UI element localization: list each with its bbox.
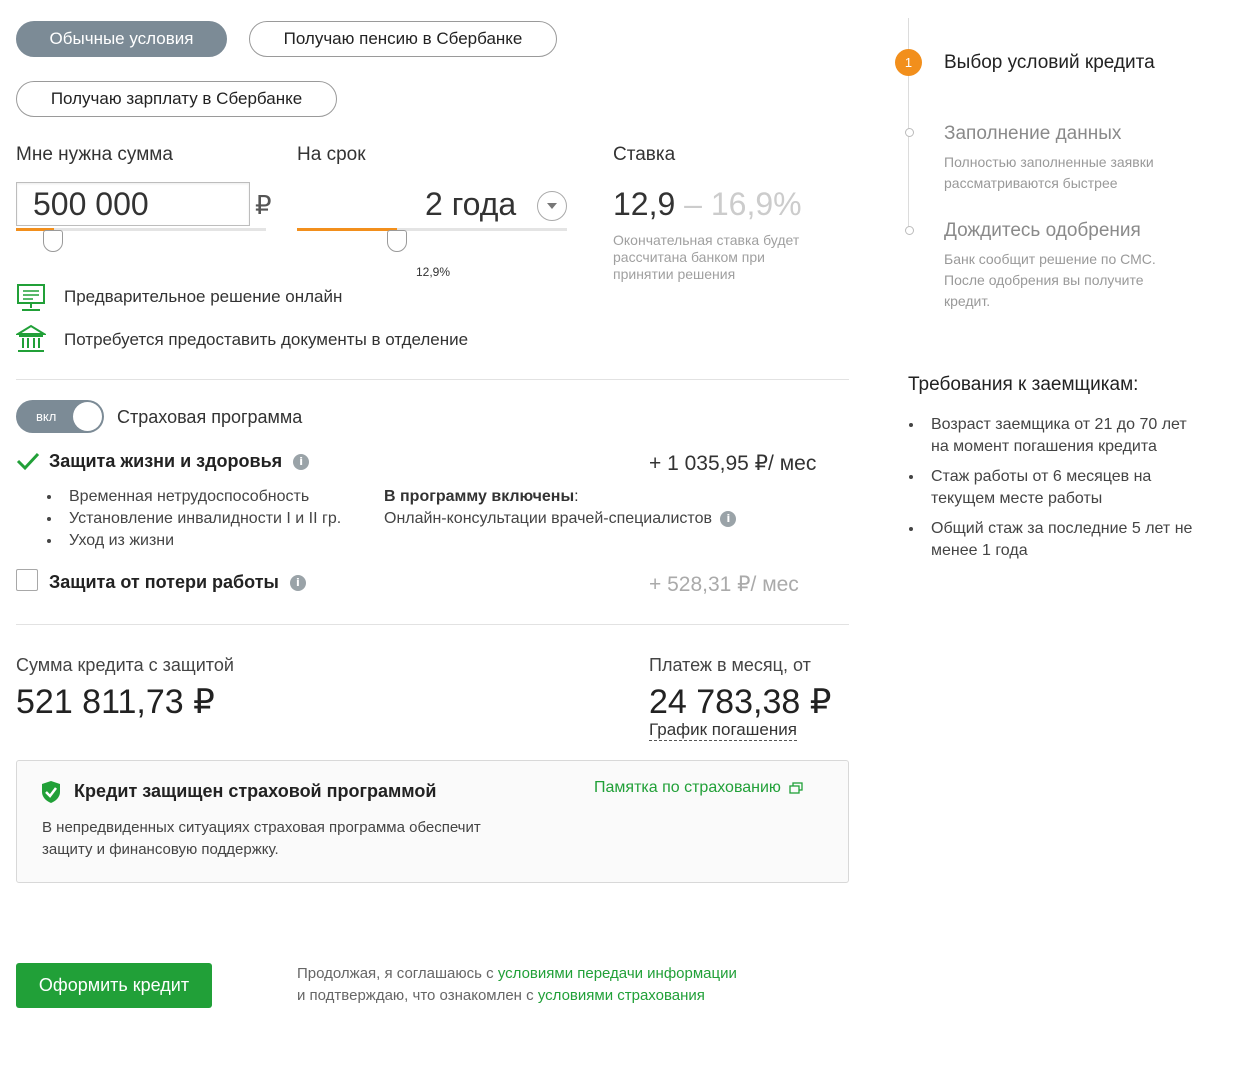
insurance-program-title: Страховая программа [117, 407, 303, 427]
step-2-dot [905, 128, 914, 137]
insurance-memo-label: Памятка по страхованию [594, 779, 781, 796]
toggle-knob [73, 402, 102, 431]
requirements-list: Возраст заемщика от 21 до 70 лет на моме… [909, 414, 1206, 570]
data-transfer-terms-link[interactable]: условиями передачи информации [498, 965, 737, 982]
monitor-icon [16, 284, 46, 312]
life-protection-label: Защита жизни и здоровья [49, 451, 283, 471]
rate-dash: – [684, 186, 702, 222]
step-3-dot [905, 226, 914, 235]
sum-slider-handle[interactable] [43, 230, 63, 252]
list-item: Возраст заемщика от 21 до 70 лет на моме… [909, 414, 1206, 458]
term-dropdown-chevron-icon[interactable] [537, 191, 567, 221]
feature-documents-branch: Потребуется предоставить документы в отд… [64, 330, 469, 349]
life-protection-price: + 1 035,95 ₽/ мес [649, 452, 817, 475]
tab-regular-conditions[interactable]: Обычные условия [16, 21, 227, 57]
sum-input[interactable]: 500 000 [16, 182, 250, 226]
tab-salary-sberbank[interactable]: Получаю зарплату в Сбербанке [16, 81, 337, 117]
list-item: Установление инвалидности I и II гр. [46, 508, 341, 530]
included-colon: : [574, 488, 579, 505]
step-3-desc: Банк сообщит решение по СМС. После одобр… [944, 251, 1156, 309]
sum-label: Мне нужна сумма [16, 144, 173, 165]
shield-check-icon [40, 780, 62, 809]
included-value-text: Онлайн-консультации врачей-специалистов [384, 510, 712, 527]
info-icon[interactable]: i [720, 510, 737, 527]
included-heading: В программу включены: [384, 488, 579, 506]
term-slider-handle[interactable] [387, 230, 407, 252]
feature-online-decision: Предварительное решение онлайн [64, 287, 343, 306]
divider-top [16, 379, 849, 380]
term-value[interactable]: 2 года [425, 186, 516, 223]
monthly-payment-value: 24 783,38 ₽ [649, 683, 832, 721]
job-protection-title: Защита от потери работы i [49, 572, 306, 593]
credit-sum-label: Сумма кредита с защитой [16, 655, 234, 675]
job-protection-price: + 528,31 ₽/ мес [649, 573, 799, 596]
external-link-icon [789, 782, 804, 794]
rate-note: Окончательная ставка будет рассчитана ба… [613, 232, 800, 282]
consent-prefix-2: и подтверждаю, что ознакомлен с [297, 987, 538, 1004]
check-icon[interactable] [16, 451, 40, 476]
list-item: Стаж работы от 6 месяцев на текущем мест… [909, 466, 1206, 510]
divider-middle [16, 624, 849, 625]
bank-building-icon [16, 324, 46, 354]
life-protection-list: Временная нетрудоспособность Установлени… [46, 486, 341, 552]
requirements-title: Требования к заемщикам: [908, 374, 1139, 395]
rate-range: 12,9 – 16,9% [613, 186, 802, 223]
term-label: На срок [297, 144, 366, 165]
rate-min: 12,9 [613, 186, 676, 222]
job-protection-label: Защита от потери работы [49, 572, 279, 592]
list-item: Уход из жизни [46, 530, 341, 552]
term-rate-marker: 12,9% [416, 265, 451, 279]
step-2-desc: Полностью заполненные заявки рассматрива… [944, 154, 1154, 191]
credit-sum-value: 521 811,73 ₽ [16, 683, 215, 721]
info-icon[interactable]: i [289, 575, 306, 592]
sum-currency: ₽ [255, 190, 272, 220]
chevron-down-icon [547, 203, 557, 209]
schedule-link[interactable]: График погашения [649, 720, 797, 741]
insurance-toggle[interactable]: вкл [16, 400, 104, 433]
rate-label: Ставка [613, 144, 676, 165]
insurance-terms-link[interactable]: условиями страхования [538, 987, 705, 1004]
life-protection-title: Защита жизни и здоровья i [49, 451, 310, 472]
consent-prefix-1: Продолжая, я соглашаюсь с [297, 965, 498, 982]
step-1-badge: 1 [895, 49, 922, 76]
step-3-title: Дождитесь одобрения [944, 220, 1141, 241]
toggle-label: вкл [36, 409, 57, 424]
info-icon[interactable]: i [293, 454, 310, 471]
step-1-title: Выбор условий кредита [944, 52, 1155, 73]
list-item: Временная нетрудоспособность [46, 486, 341, 508]
list-item: Общий стаж за последние 5 лет не менее 1… [909, 518, 1206, 562]
rate-max: 16,9% [710, 186, 802, 222]
term-slider-fill [297, 228, 397, 231]
step-2-title: Заполнение данных [944, 123, 1122, 144]
job-protection-checkbox[interactable] [16, 569, 38, 591]
consent-line-1: Продолжая, я соглашаюсь с условиями пере… [297, 965, 737, 982]
insurance-memo-link[interactable]: Памятка по страхованию [594, 779, 804, 797]
included-label: В программу включены [384, 488, 575, 505]
protection-box-title: Кредит защищен страховой программой [74, 781, 437, 801]
apply-credit-button[interactable]: Оформить кредит [16, 963, 212, 1008]
consent-line-2: и подтверждаю, что ознакомлен с условиям… [297, 987, 705, 1004]
included-value: Онлайн-консультации врачей-специалистов … [384, 510, 737, 528]
protection-box-text: В непредвиденных ситуациях страховая про… [42, 819, 481, 858]
tab-pension-sberbank[interactable]: Получаю пенсию в Сбербанке [249, 21, 557, 57]
monthly-payment-label: Платеж в месяц, от [649, 655, 811, 675]
